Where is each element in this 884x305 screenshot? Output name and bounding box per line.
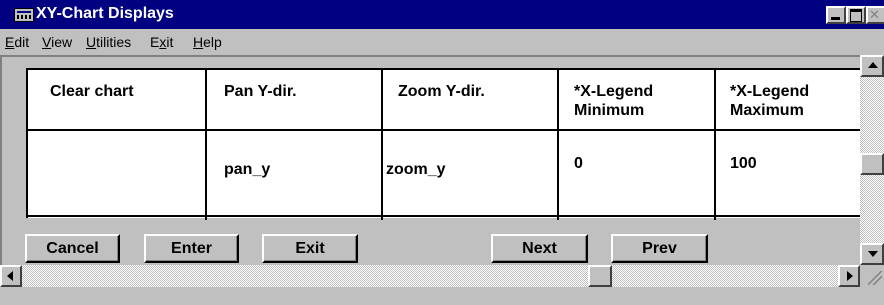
header-clear-chart: Clear chart [50,83,134,100]
parameter-table: Clear chart Pan Y-dir. Zoom Y-dir. *X-Le… [26,68,864,220]
arrow-down-icon [868,251,878,257]
app-icon[interactable] [14,8,34,22]
vertical-scrollbar[interactable] [860,55,884,265]
maximize-button[interactable] [846,6,866,24]
exit-button[interactable]: Exit [262,234,358,263]
title-bar[interactable]: XY-Chart Displays [0,0,884,29]
minimize-button[interactable] [826,6,846,24]
menu-utilities[interactable]: Utilities [86,34,131,50]
window-bottom-edge [0,287,884,305]
table-column-divider [557,70,559,220]
close-button[interactable] [866,6,884,24]
horizontal-scrollbar[interactable] [0,265,860,287]
menu-edit[interactable]: Edit [5,34,29,50]
arrow-up-icon [868,62,878,68]
scroll-up-button[interactable] [860,55,884,77]
header-x-legend-max-line2: Maximum [730,102,804,119]
table-column-divider [205,70,207,220]
menu-help[interactable]: Help [193,34,222,50]
header-zoom-y: Zoom Y-dir. [398,83,485,100]
scroll-right-button[interactable] [838,265,860,287]
menu-bar: Edit View Utilities Exit Help [0,29,884,55]
table-column-divider [714,70,716,220]
header-pan-y: Pan Y-dir. [224,83,297,100]
table-column-divider [381,70,383,220]
table-row-divider [28,129,864,131]
prev-button[interactable]: Prev [611,234,708,263]
cancel-button[interactable]: Cancel [25,234,120,263]
next-button[interactable]: Next [491,234,588,263]
value-pan-y[interactable]: pan_y [224,160,270,179]
menu-exit[interactable]: Exit [150,34,173,50]
form-area: Clear chart Pan Y-dir. Zoom Y-dir. *X-Le… [0,55,864,265]
vertical-scroll-thumb[interactable] [860,153,884,175]
header-x-legend-max-line1: *X-Legend [730,83,810,100]
resize-grip-icon[interactable] [860,265,884,287]
value-x-legend-max[interactable]: 100 [730,154,757,173]
horizontal-scroll-thumb[interactable] [588,265,612,287]
value-x-legend-min[interactable]: 0 [574,154,583,173]
window-title: XY-Chart Displays [36,5,174,22]
scroll-left-button[interactable] [0,265,22,287]
header-x-legend-min-line2: Minimum [574,102,645,119]
enter-button[interactable]: Enter [144,234,239,263]
header-x-legend-min-line1: *X-Legend [574,83,654,100]
scroll-down-button[interactable] [860,243,884,265]
menu-view[interactable]: View [42,34,72,50]
arrow-right-icon [847,271,853,281]
table-bottom-border [28,215,864,217]
xy-chart-window: XY-Chart Displays Edit View Utilities Ex… [0,0,884,305]
value-zoom-y[interactable]: zoom_y [386,160,446,179]
arrow-left-icon [7,271,13,281]
